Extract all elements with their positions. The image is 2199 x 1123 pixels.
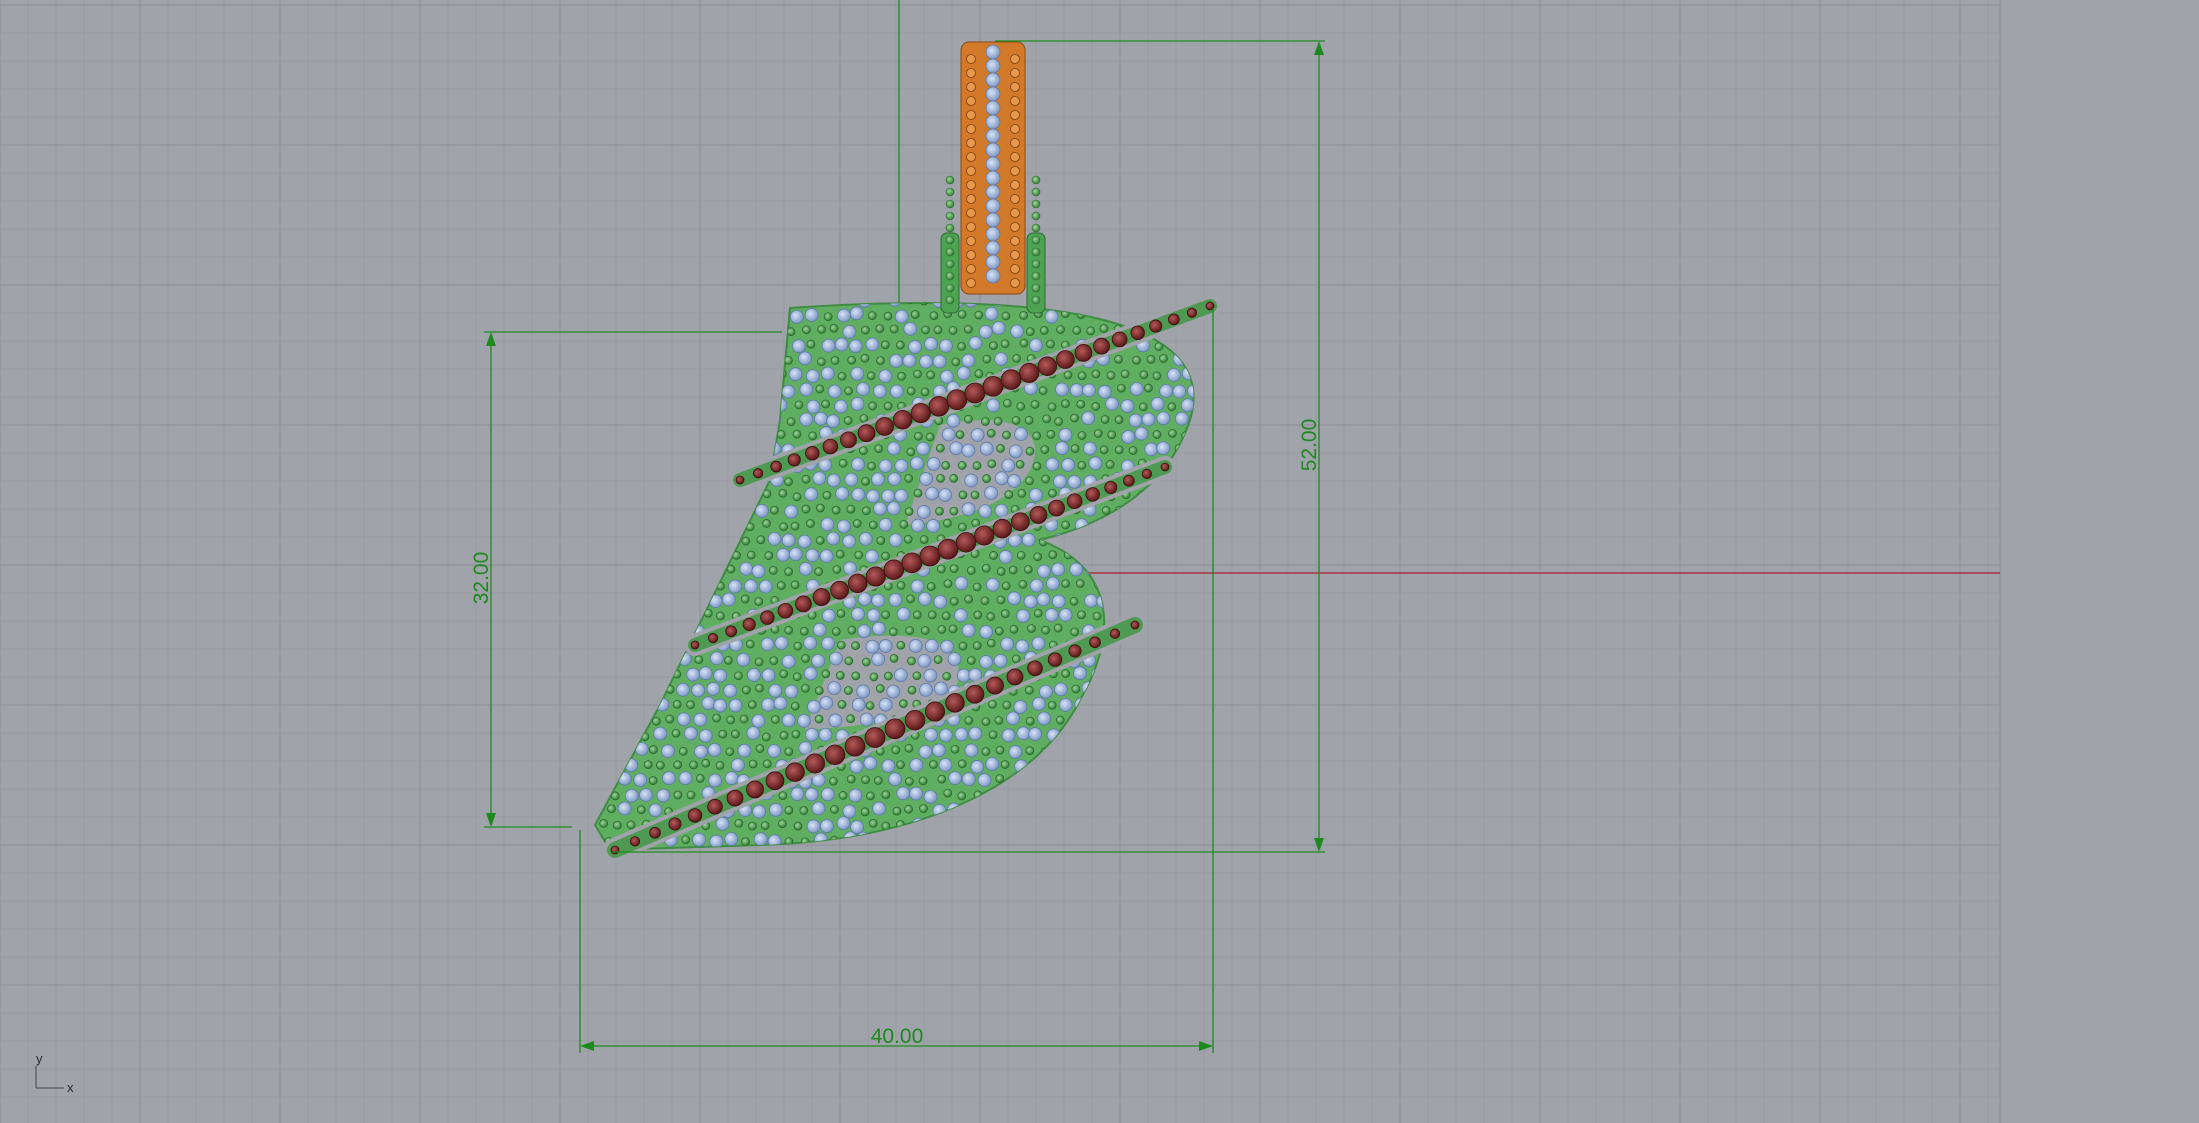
pendant-letter-b[interactable] bbox=[573, 292, 1221, 864]
construction-grid bbox=[0, 0, 2199, 1123]
axis-label-y: y bbox=[36, 1051, 43, 1066]
dimension-label-width: 40.00 bbox=[871, 1025, 924, 1048]
axis-triad-icon: y x bbox=[35, 1051, 74, 1095]
pendant-bail[interactable] bbox=[940, 41, 1046, 314]
viewport-canvas[interactable]: 52.00 32.00 40.00 y x bbox=[0, 0, 2199, 1123]
rhino-viewport[interactable]: 52.00 32.00 40.00 y x bbox=[0, 0, 2199, 1123]
axis-label-x: x bbox=[67, 1080, 74, 1095]
dimension-label-letter-height: 32.00 bbox=[470, 552, 493, 605]
dimension-label-total-height: 52.00 bbox=[1298, 419, 1321, 472]
bail-stones bbox=[945, 44, 1041, 305]
